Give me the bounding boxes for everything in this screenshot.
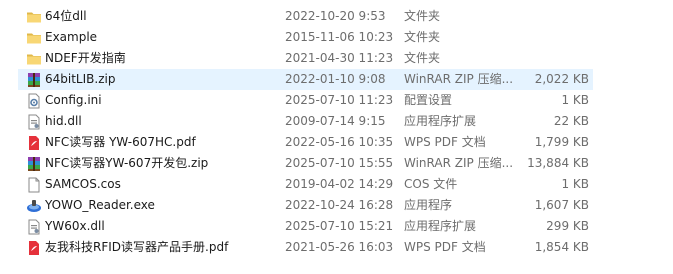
dll-file-icon (26, 219, 42, 235)
file-modified-date: 2022-01-10 9:08 (285, 72, 386, 86)
file-type: COS 文件 (404, 177, 458, 191)
file-row[interactable]: hid.dll 2009-07-14 9:15 应用程序扩展 22 KB (18, 111, 593, 132)
file-type: WPS PDF 文档 (404, 135, 486, 149)
file-type: 应用程序扩展 (404, 219, 477, 233)
folder-icon (26, 51, 42, 67)
winrar-archive-icon (26, 72, 42, 88)
file-type: 配置设置 (404, 93, 453, 107)
file-type: 文件夹 (404, 51, 441, 65)
file-row[interactable]: 64bitLIB.zip 2022-01-10 9:08 WinRAR ZIP 压缩… (18, 69, 593, 90)
file-size: 22 KB (553, 114, 589, 128)
file-size: 1,607 KB (534, 198, 589, 212)
file-row[interactable]: 64位dll 2022-10-20 9:53 文件夹 (18, 6, 593, 27)
file-list: 64位dll 2022-10-20 9:53 文件夹 Example 2015-11-0… (0, 0, 673, 274)
file-size: 13,884 KB (527, 156, 589, 170)
wps-pdf-icon (26, 240, 42, 256)
file-modified-date: 2022-10-20 9:53 (285, 9, 386, 23)
file-name: 64位dll (45, 9, 87, 23)
file-row[interactable]: NFC读写器YW-607开发包.zip 2025-07-10 15:55 WinRA… (18, 153, 593, 174)
file-size: 2,022 KB (534, 72, 589, 86)
file-name: Example (45, 30, 98, 44)
file-row[interactable]: YOWO_Reader.exe 2022-10-24 16:28 应用程序 1,607… (18, 195, 593, 216)
file-type: 应用程序 (404, 198, 453, 212)
file-modified-date: 2021-04-30 11:23 (285, 51, 394, 65)
file-type: 文件夹 (404, 9, 441, 23)
wps-pdf-icon (26, 135, 42, 151)
file-modified-date: 2009-07-14 9:15 (285, 114, 386, 128)
file-row[interactable]: 友我科技RFID读写器产品手册.pdf 2021-05-26 16:03 WPS P… (18, 237, 593, 258)
file-modified-date: 2022-05-16 10:35 (285, 135, 394, 149)
app-exe-icon (26, 198, 42, 214)
folder-icon (26, 9, 42, 25)
file-name: YW60x.dll (45, 219, 105, 233)
generic-file-icon (26, 177, 42, 193)
file-size: 1 KB (561, 93, 589, 107)
file-modified-date: 2015-11-06 10:23 (285, 30, 394, 44)
file-name: 64bitLIB.zip (45, 72, 116, 86)
file-type: 应用程序扩展 (404, 114, 477, 128)
folder-icon (26, 30, 42, 46)
file-name: SAMCOS.cos (45, 177, 121, 191)
file-modified-date: 2025-07-10 15:21 (285, 219, 394, 233)
file-name: 友我科技RFID读写器产品手册.pdf (45, 240, 229, 254)
settings-file-icon (26, 93, 42, 109)
file-modified-date: 2025-07-10 15:55 (285, 156, 394, 170)
file-name: NFC读写器YW-607开发包.zip (45, 156, 209, 170)
file-row[interactable]: NFC读写器 YW-607HC.pdf 2022-05-16 10:35 WPS P… (18, 132, 593, 153)
file-name: Config.ini (45, 93, 102, 107)
file-size: 1,799 KB (534, 135, 589, 149)
file-name: YOWO_Reader.exe (45, 198, 155, 212)
file-modified-date: 2022-10-24 16:28 (285, 198, 394, 212)
file-modified-date: 2021-05-26 16:03 (285, 240, 394, 254)
file-row[interactable]: YW60x.dll 2025-07-10 15:21 应用程序扩展 299 KB (18, 216, 593, 237)
file-row[interactable]: NDEF开发指南 2021-04-30 11:23 文件夹 (18, 48, 593, 69)
file-name: NFC读写器 YW-607HC.pdf (45, 135, 196, 149)
file-row[interactable]: Example 2015-11-06 10:23 文件夹 (18, 27, 593, 48)
file-modified-date: 2025-07-10 11:23 (285, 93, 394, 107)
dll-file-icon (26, 114, 42, 130)
file-row[interactable]: Config.ini 2025-07-10 11:23 配置设置 1 KB (18, 90, 593, 111)
file-row[interactable]: SAMCOS.cos 2019-04-02 14:29 COS 文件 1 KB (18, 174, 593, 195)
file-type: 文件夹 (404, 30, 441, 44)
file-name: NDEF开发指南 (45, 51, 126, 65)
file-name: hid.dll (45, 114, 82, 128)
file-size: 1 KB (561, 177, 589, 191)
file-size: 1,854 KB (534, 240, 589, 254)
file-type: WinRAR ZIP 压缩... (404, 156, 514, 170)
file-size: 299 KB (546, 219, 589, 233)
file-type: WinRAR ZIP 压缩... (404, 72, 514, 86)
file-modified-date: 2019-04-02 14:29 (285, 177, 394, 191)
winrar-archive-icon (26, 156, 42, 172)
file-type: WPS PDF 文档 (404, 240, 486, 254)
